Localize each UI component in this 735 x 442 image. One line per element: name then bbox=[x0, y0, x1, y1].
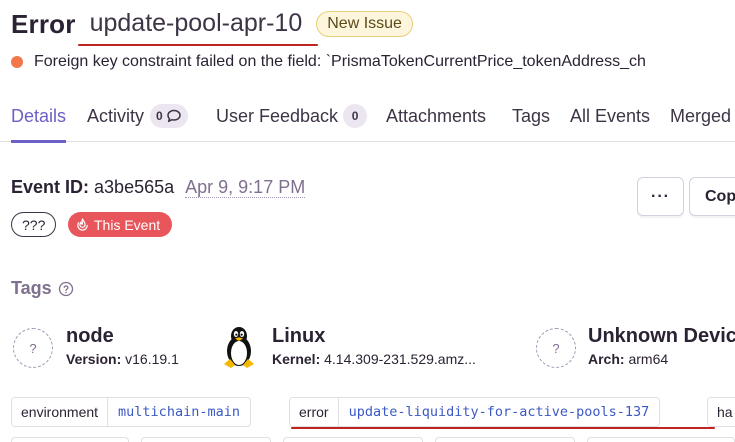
tab-all-events[interactable]: All Events bbox=[570, 90, 650, 142]
error-underline bbox=[291, 427, 715, 429]
tab-label: Tags bbox=[512, 105, 551, 126]
tags-section-title: Tags bbox=[11, 278, 74, 299]
copy-button[interactable]: Cop bbox=[689, 177, 735, 216]
tab-label: Details bbox=[11, 105, 67, 126]
tab-tags[interactable]: Tags bbox=[512, 90, 550, 142]
context-detail: Version: v16.19.1 bbox=[66, 351, 179, 367]
context-runtime: ? node Version: v16.19.1 bbox=[13, 325, 213, 371]
context-detail-value: 4.14.309-231.529.amz... bbox=[324, 351, 476, 367]
feedback-count-badge: 0 bbox=[343, 104, 368, 128]
tag-pill-error[interactable]: error update-liquidity-for-active-pools-… bbox=[289, 397, 661, 427]
issue-culprit: update-pool-apr-10 bbox=[77, 9, 318, 46]
context-os: Linux Kernel: 4.14.309-231.529.amz... bbox=[220, 325, 520, 371]
unknown-icon: ? bbox=[536, 328, 576, 368]
context-name: Unknown Devic bbox=[588, 325, 735, 347]
issue-title: Error update-pool-apr-10 New Issue bbox=[11, 6, 413, 46]
tab-label: All Events bbox=[570, 105, 651, 126]
tab-details[interactable]: Details bbox=[11, 90, 67, 143]
issue-tabs: Details Activity 0 User Feedback 0 Attac… bbox=[0, 90, 735, 143]
tag-pill-partial[interactable] bbox=[283, 437, 423, 442]
event-id-label: Event ID: bbox=[11, 177, 90, 197]
context-detail-label: Arch: bbox=[588, 351, 625, 367]
activity-count: 0 bbox=[156, 109, 163, 123]
this-event-badge: This Event bbox=[68, 212, 173, 237]
tag-value[interactable]: multichain-main bbox=[108, 398, 250, 426]
context-detail: Kernel: 4.14.309-231.529.amz... bbox=[272, 351, 476, 367]
context-detail-label: Kernel: bbox=[272, 351, 321, 367]
context-detail: Arch: arm64 bbox=[588, 351, 668, 367]
tag-pill-partial[interactable] bbox=[141, 437, 271, 442]
context-detail-label: Version: bbox=[66, 351, 122, 367]
event-date[interactable]: Apr 9, 9:17 PM bbox=[185, 177, 306, 198]
event-id-value[interactable]: a3be565a bbox=[94, 177, 174, 197]
flame-icon bbox=[77, 218, 88, 231]
tab-activity[interactable]: Activity 0 bbox=[87, 90, 188, 142]
tag-pill-environment[interactable]: environment multichain-main bbox=[11, 397, 251, 427]
error-level-icon bbox=[11, 56, 23, 68]
issue-message-text: Foreign key constraint failed on the fie… bbox=[34, 53, 646, 70]
release-chip[interactable]: ??? bbox=[11, 212, 57, 237]
tags-title: Tags bbox=[11, 278, 52, 298]
tag-pill-partial[interactable] bbox=[435, 437, 575, 442]
tag-key: environment bbox=[12, 398, 109, 426]
tag-value[interactable]: update-liquidity-for-active-pools-137 bbox=[339, 398, 660, 426]
event-id: Event ID: a3be565a Apr 9, 9:17 PM bbox=[11, 177, 306, 198]
tab-label: Activity bbox=[87, 105, 145, 126]
tab-merged[interactable]: Merged bbox=[670, 90, 731, 142]
linux-tux-icon bbox=[224, 327, 254, 368]
context-device: ? Unknown Devic Arch: arm64 bbox=[536, 325, 735, 371]
context-name: node bbox=[66, 325, 114, 347]
tab-label: User Feedback bbox=[216, 105, 339, 126]
unknown-icon: ? bbox=[13, 328, 53, 368]
tab-user-feedback[interactable]: User Feedback 0 bbox=[216, 90, 368, 142]
context-detail-value: arm64 bbox=[628, 351, 669, 367]
tag-pill-partial[interactable] bbox=[587, 437, 735, 442]
tag-pill-partial[interactable] bbox=[11, 437, 129, 442]
tab-label: Attachments bbox=[386, 105, 487, 126]
tab-attachments[interactable]: Attachments bbox=[386, 90, 486, 142]
chat-bubble-icon bbox=[166, 109, 181, 123]
help-icon[interactable] bbox=[58, 281, 74, 297]
tag-key: ha bbox=[708, 398, 735, 426]
new-issue-badge: New Issue bbox=[316, 11, 413, 37]
this-event-label: This Event bbox=[94, 216, 161, 233]
activity-count-badge: 0 bbox=[150, 104, 188, 128]
context-name: Linux bbox=[272, 325, 326, 347]
issue-message: Foreign key constraint failed on the fie… bbox=[11, 50, 646, 74]
more-actions-button[interactable]: ··· bbox=[637, 177, 684, 216]
tag-pill-truncated[interactable]: ha bbox=[707, 397, 735, 427]
context-detail-value: v16.19.1 bbox=[125, 351, 179, 367]
tag-key: error bbox=[290, 398, 339, 426]
issue-type: Error bbox=[11, 8, 76, 39]
tab-label: Merged bbox=[670, 105, 732, 126]
